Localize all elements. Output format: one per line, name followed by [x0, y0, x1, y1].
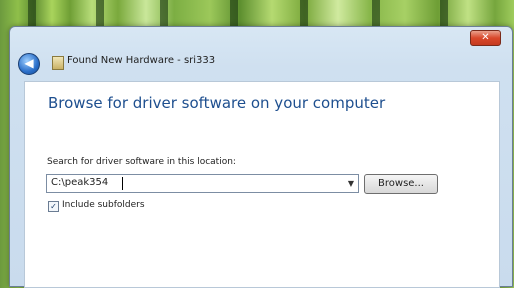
text-caret — [122, 177, 123, 190]
include-subfolders-checkbox[interactable]: ✓ — [48, 201, 59, 212]
include-subfolders-label[interactable]: Include subfolders — [62, 200, 145, 210]
back-arrow-icon: ◀ — [24, 56, 34, 70]
window-title: Found New Hardware - sri333 — [67, 55, 216, 66]
title-bar[interactable]: ✕ ◀ Found New Hardware - sri333 — [10, 27, 512, 85]
browse-button[interactable]: Browse... — [364, 174, 438, 194]
page-heading: Browse for driver software on your compu… — [48, 94, 386, 112]
search-location-label: Search for driver software in this locat… — [47, 157, 236, 167]
checkmark-icon: ✓ — [50, 202, 57, 211]
close-button[interactable]: ✕ — [470, 30, 501, 46]
back-button[interactable]: ◀ — [18, 53, 40, 75]
found-new-hardware-dialog: ✕ ◀ Found New Hardware - sri333 Browse f… — [9, 26, 513, 288]
hardware-icon — [52, 56, 64, 70]
close-icon: ✕ — [481, 32, 490, 43]
dropdown-arrow-icon[interactable]: ▼ — [346, 178, 356, 189]
driver-path-combobox[interactable]: C:\peak354 ▼ — [46, 174, 359, 193]
wizard-content: Browse for driver software on your compu… — [24, 81, 500, 288]
driver-path-value: C:\peak354 — [51, 177, 109, 188]
